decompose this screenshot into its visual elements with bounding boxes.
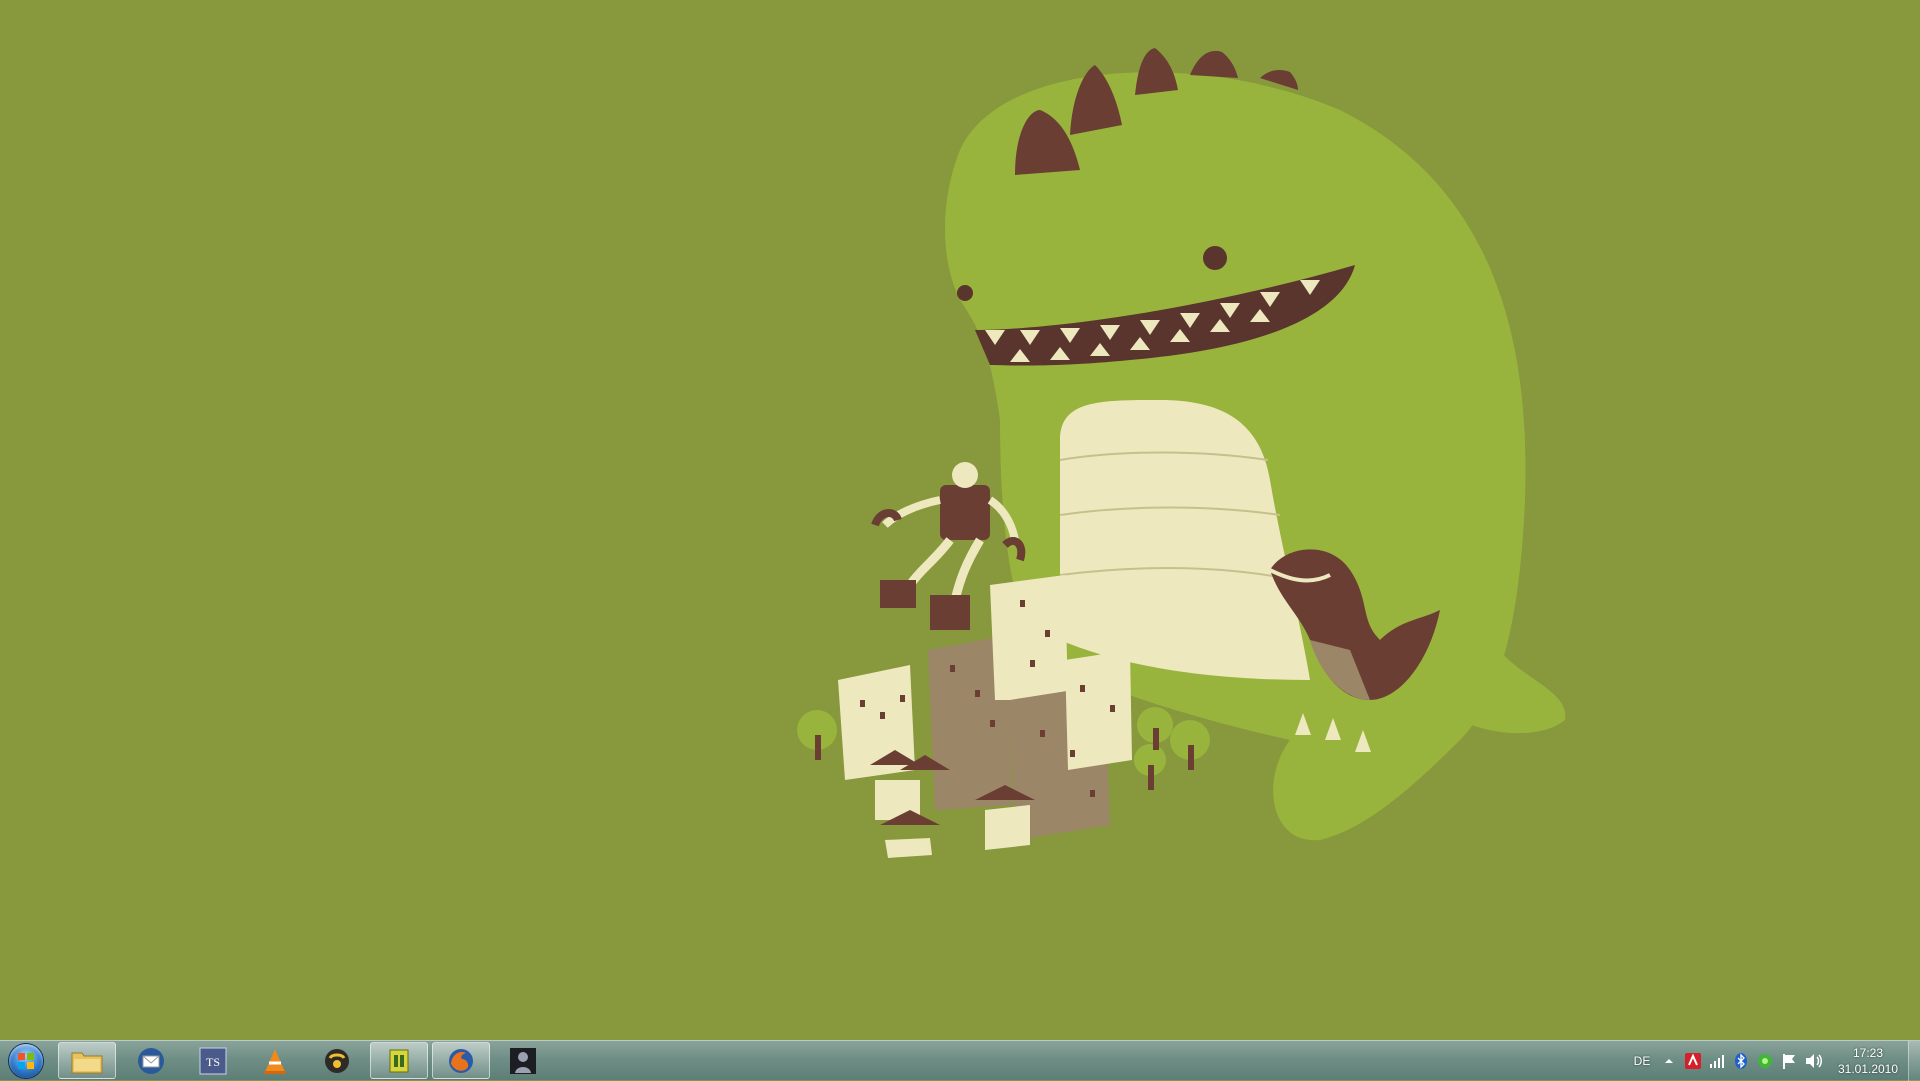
thunderbird-icon [138,1047,164,1074]
app-tray-icon [1758,1054,1772,1068]
firefox-icon [449,1048,473,1073]
folder-icon [71,1052,103,1073]
vlc-icon [264,1048,286,1074]
start-button[interactable] [2,1042,50,1079]
tray-volume[interactable] [1803,1041,1825,1081]
taskbar-network-app-button[interactable] [370,1042,428,1079]
tray-app[interactable] [1755,1041,1775,1081]
windows-orb-icon [9,1043,43,1078]
network-app-icon [389,1049,409,1072]
bluetooth-icon [1735,1053,1747,1069]
network-signal-icon [1710,1055,1724,1068]
volume-icon [1806,1054,1822,1068]
language-indicator[interactable]: DE [1630,1041,1654,1081]
tray-action-center[interactable] [1779,1041,1799,1081]
taskbar-thunderbird-button[interactable] [122,1042,180,1079]
desktop [0,0,1920,1040]
tray-antivirus[interactable] [1683,1041,1703,1081]
show-desktop-button[interactable] [1908,1041,1920,1081]
taskbar-audio-app-button[interactable] [308,1042,366,1079]
taskbar-game-app-button[interactable] [494,1042,552,1079]
system-clock[interactable]: 17:23 31.01.2010 [1830,1041,1906,1081]
svg-text:TS: TS [206,1055,220,1069]
show-hidden-icons-arrow-icon [1665,1059,1673,1063]
clock-time: 17:23 [1852,1046,1884,1060]
show-hidden-icons-button[interactable] [1660,1041,1678,1081]
desktop-wallpaper [797,48,1566,858]
antivirus-icon [1685,1053,1701,1069]
language-label: DE [1633,1054,1651,1068]
tray-bluetooth[interactable] [1731,1041,1751,1081]
taskbar-teamspeak-button[interactable]: TS [184,1042,242,1079]
audio-app-icon [325,1048,349,1073]
taskbar-firefox-button[interactable] [432,1042,490,1079]
taskbar-explorer-button[interactable] [58,1042,116,1079]
taskbar-vlc-button[interactable] [246,1042,304,1079]
action-center-flag-icon [1783,1054,1795,1069]
teamspeak-icon: TS [199,1047,227,1074]
tray-network[interactable] [1707,1041,1727,1081]
clock-date: 31.01.2010 [1837,1062,1899,1076]
taskbar: TS DE 17:23 31.01.2010 [0,1040,1920,1081]
game-app-icon [510,1047,536,1074]
